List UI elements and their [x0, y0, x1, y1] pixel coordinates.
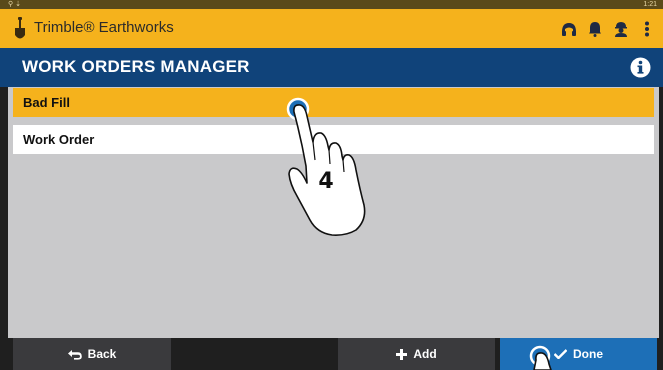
status-bar: ⚲ ⇣ 1:21 — [0, 0, 663, 9]
app-title: Trimble® Earthworks — [34, 19, 174, 36]
bell-icon[interactable] — [585, 19, 605, 39]
step-number: 4 — [318, 169, 333, 194]
user-icon[interactable] — [611, 19, 631, 39]
back-button-label: Back — [87, 347, 117, 361]
shovel-logo-icon — [15, 17, 25, 39]
status-time: 1:21 — [643, 1, 657, 8]
list-item-label: Bad Fill — [23, 95, 70, 110]
app-bar: Trimble® Earthworks — [0, 9, 663, 48]
tap-gesture-hand-done-icon — [529, 345, 552, 370]
add-button-label: Add — [413, 347, 437, 361]
list-item-label: Work Order — [23, 132, 95, 147]
add-button[interactable]: Add — [338, 338, 495, 370]
back-button[interactable]: Back — [13, 338, 171, 370]
page-title: WORK ORDERS MANAGER — [22, 57, 250, 76]
plus-icon — [396, 348, 408, 360]
more-vert-icon[interactable] — [637, 19, 657, 39]
app-toolbar — [559, 19, 657, 39]
undo-arrow-icon — [67, 349, 82, 360]
status-icons: ⚲ ⇣ — [8, 1, 21, 8]
info-icon[interactable] — [630, 57, 651, 78]
headset-icon[interactable] — [559, 19, 579, 39]
page-header: WORK ORDERS MANAGER — [0, 48, 663, 87]
tap-gesture-hand-icon: 4 — [286, 97, 366, 236]
